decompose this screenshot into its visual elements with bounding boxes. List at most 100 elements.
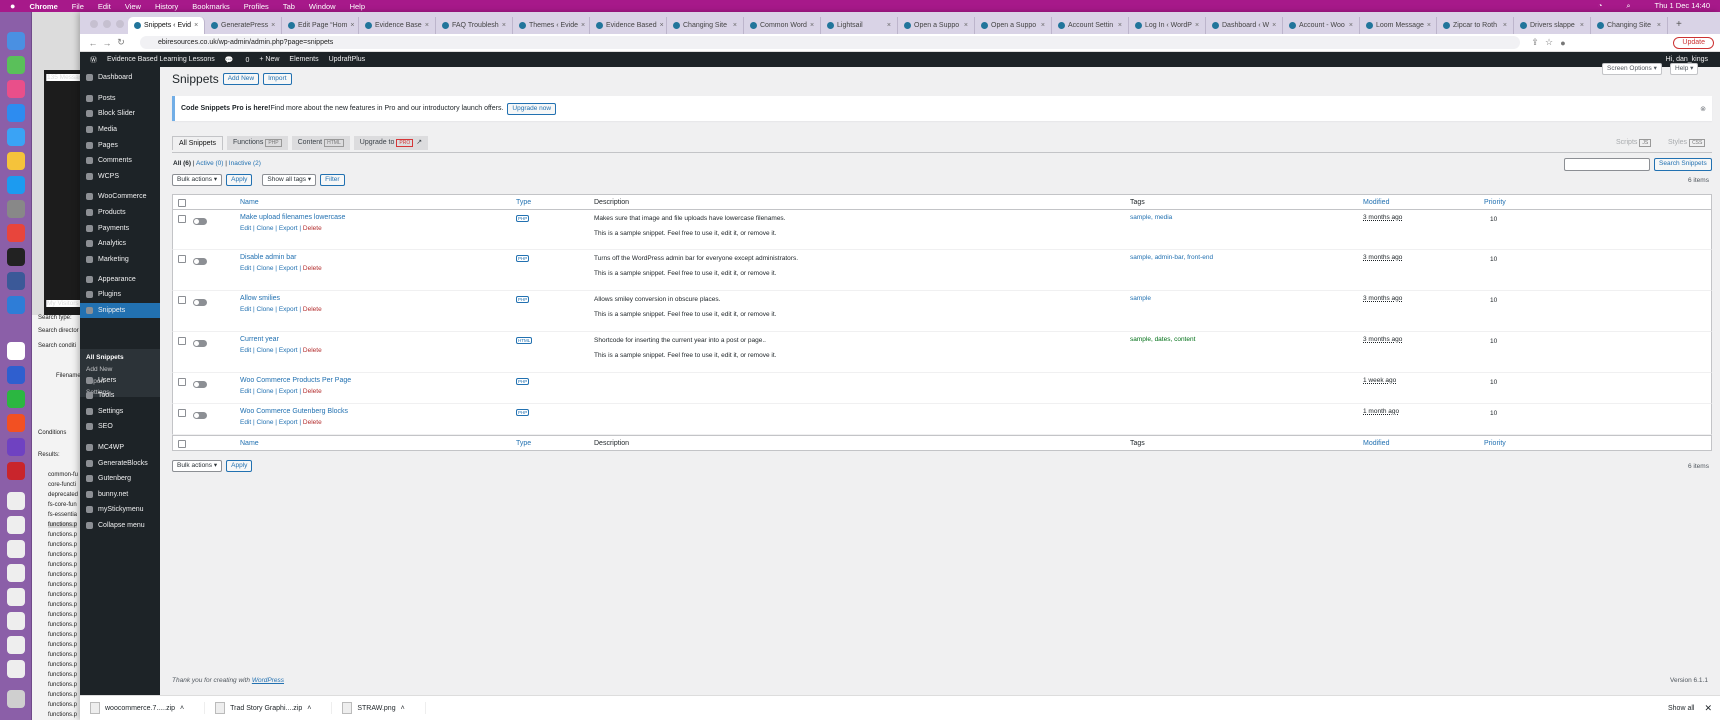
file-list-item[interactable]: functions.p [48, 572, 77, 578]
snippet-name-link[interactable]: Allow smilies [240, 295, 280, 302]
browser-tab[interactable]: Account Settin × [1052, 17, 1129, 34]
sidebar-item-mystickymenu[interactable]: myStickymenu [80, 502, 160, 517]
close-tab-icon[interactable]: × [1349, 22, 1353, 29]
download-item[interactable]: STRAW.png ˄ [342, 702, 426, 714]
view-inactive[interactable]: Inactive (2) [229, 160, 261, 167]
column-priority[interactable]: Priority [1484, 199, 1506, 206]
new-tab-icon[interactable]: + [1676, 19, 1682, 30]
howdy-user-link[interactable]: Hi, dan_kings [1666, 56, 1708, 63]
close-tab-icon[interactable]: × [1118, 22, 1122, 29]
row-checkbox[interactable] [178, 378, 186, 386]
browser-tab[interactable]: Log In ‹ WordP × [1129, 17, 1206, 34]
column-name[interactable]: Name [240, 199, 259, 206]
sidebar-item-posts[interactable]: Posts [80, 91, 160, 106]
dismiss-icon[interactable]: ⊗ [1700, 105, 1706, 113]
menubar-profiles[interactable]: Profiles [244, 2, 269, 11]
chevron-up-icon[interactable]: ˄ [180, 705, 184, 712]
browser-tab[interactable]: Themes ‹ Evide × [513, 17, 590, 34]
search-icon[interactable]: ⌕ [1626, 1, 1630, 11]
activate-toggle[interactable] [193, 299, 207, 306]
sidebar-item-analytics[interactable]: Analytics [80, 236, 160, 251]
sidebar-item-wcps[interactable]: WCPS [80, 169, 160, 184]
sidebar-item-gutenberg[interactable]: Gutenberg [80, 471, 160, 486]
sidebar-item-users[interactable]: Users [80, 373, 160, 388]
browser-tab[interactable]: Account - Woo × [1283, 17, 1360, 34]
sidebar-item-media[interactable]: Media [80, 122, 160, 137]
file-list-item[interactable]: functions.p [48, 542, 77, 548]
finder-icon[interactable] [7, 32, 25, 50]
close-tab-icon[interactable]: × [1041, 22, 1045, 29]
sidebar-item-tools[interactable]: Tools [80, 388, 160, 403]
type-badge[interactable]: PHP [516, 215, 530, 222]
select-all-checkbox[interactable] [178, 199, 186, 207]
document-icon[interactable] [7, 636, 25, 654]
screen-options-button[interactable]: Screen Options ▾ [1602, 63, 1662, 75]
sidebar-item-bunny-net[interactable]: bunny.net [80, 487, 160, 502]
clone-link[interactable]: Clone [257, 265, 274, 272]
close-tab-icon[interactable]: × [502, 22, 506, 29]
menubar-app-name[interactable]: Chrome [29, 2, 57, 11]
sidebar-item-generateblocks[interactable]: GenerateBlocks [80, 456, 160, 471]
close-downloads-icon[interactable]: ✕ [1704, 703, 1712, 714]
apply-button[interactable]: Apply [226, 174, 253, 186]
download-item[interactable]: Trad Story Graphi....zip ˄ [215, 702, 333, 714]
back-icon[interactable]: ← [86, 38, 100, 48]
browser-tab[interactable]: GeneratePress × [205, 17, 282, 34]
forward-icon[interactable]: → [100, 38, 114, 48]
snippet-name-link[interactable]: Current year [240, 336, 279, 343]
wordpress-logo-icon[interactable]: Ⓦ [90, 55, 97, 65]
clone-link[interactable]: Clone [257, 225, 274, 232]
minimize-window-icon[interactable] [103, 20, 111, 28]
export-link[interactable]: Export [279, 225, 298, 232]
file-list-item[interactable]: functions.p [48, 522, 78, 528]
browser-tab[interactable]: FAQ Troublesh × [436, 17, 513, 34]
launchpad-icon[interactable] [7, 80, 25, 98]
snippet-name-link[interactable]: Woo Commerce Products Per Page [240, 377, 351, 384]
file-list-item[interactable]: functions.p [48, 642, 77, 648]
sidebar-item-products[interactable]: Products [80, 205, 160, 220]
document-icon[interactable] [7, 540, 25, 558]
sidebar-item-appearance[interactable]: Appearance [80, 272, 160, 287]
chevron-up-icon[interactable]: ˄ [307, 705, 311, 712]
filezilla-icon[interactable] [7, 462, 25, 480]
file-list-item[interactable]: functions.p [48, 552, 77, 558]
view-active[interactable]: Active (0) [196, 160, 223, 167]
document-icon[interactable] [7, 516, 25, 534]
edit-link[interactable]: Edit [240, 306, 251, 313]
import-button[interactable]: Import [263, 73, 292, 85]
filter-button[interactable]: Filter [320, 174, 345, 186]
type-badge[interactable]: PHP [516, 255, 530, 262]
close-tab-icon[interactable]: × [887, 22, 891, 29]
file-list-item[interactable]: functions.p [48, 662, 77, 668]
sidebar-item-dashboard[interactable]: Dashboard [80, 70, 160, 85]
messages-icon[interactable] [7, 56, 25, 74]
url-input[interactable]: ebiresources.co.uk/wp-admin/admin.php?pa… [140, 36, 1520, 49]
mail-icon[interactable] [7, 128, 25, 146]
menubar-view[interactable]: View [125, 2, 141, 11]
column-name-footer[interactable]: Name [240, 440, 259, 447]
clone-link[interactable]: Clone [257, 306, 274, 313]
sidebar-item-payments[interactable]: Payments [80, 221, 160, 236]
tag-links[interactable]: sample, media [1130, 214, 1172, 221]
row-checkbox[interactable] [178, 215, 186, 223]
sidebar-item-seo[interactable]: SEO [80, 419, 160, 434]
delete-link[interactable]: Delete [303, 419, 322, 426]
vscode-icon[interactable] [7, 438, 25, 456]
type-badge[interactable]: PHP [516, 296, 530, 303]
column-priority-footer[interactable]: Priority [1484, 440, 1506, 447]
site-name-link[interactable]: Evidence Based Learning Lessons [107, 56, 215, 63]
tab-upgrade[interactable]: Upgrade to PRO ↗ [353, 136, 429, 150]
chevron-up-icon[interactable]: ˄ [401, 705, 405, 712]
file-list-item[interactable]: deprecated [48, 492, 78, 498]
export-link[interactable]: Export [279, 265, 298, 272]
export-link[interactable]: Export [279, 347, 298, 354]
close-tab-icon[interactable]: × [194, 22, 198, 29]
delete-link[interactable]: Delete [303, 388, 322, 395]
appstore-icon[interactable] [7, 176, 25, 194]
sidebar-item-marketing[interactable]: Marketing [80, 252, 160, 267]
elements-link[interactable]: Elements [289, 56, 318, 63]
snippet-name-link[interactable]: Woo Commerce Gutenberg Blocks [240, 408, 348, 415]
terminal-icon[interactable] [7, 248, 25, 266]
apple-icon[interactable]: ● [10, 1, 15, 11]
tab-scripts[interactable]: Scripts JS [1616, 139, 1652, 147]
